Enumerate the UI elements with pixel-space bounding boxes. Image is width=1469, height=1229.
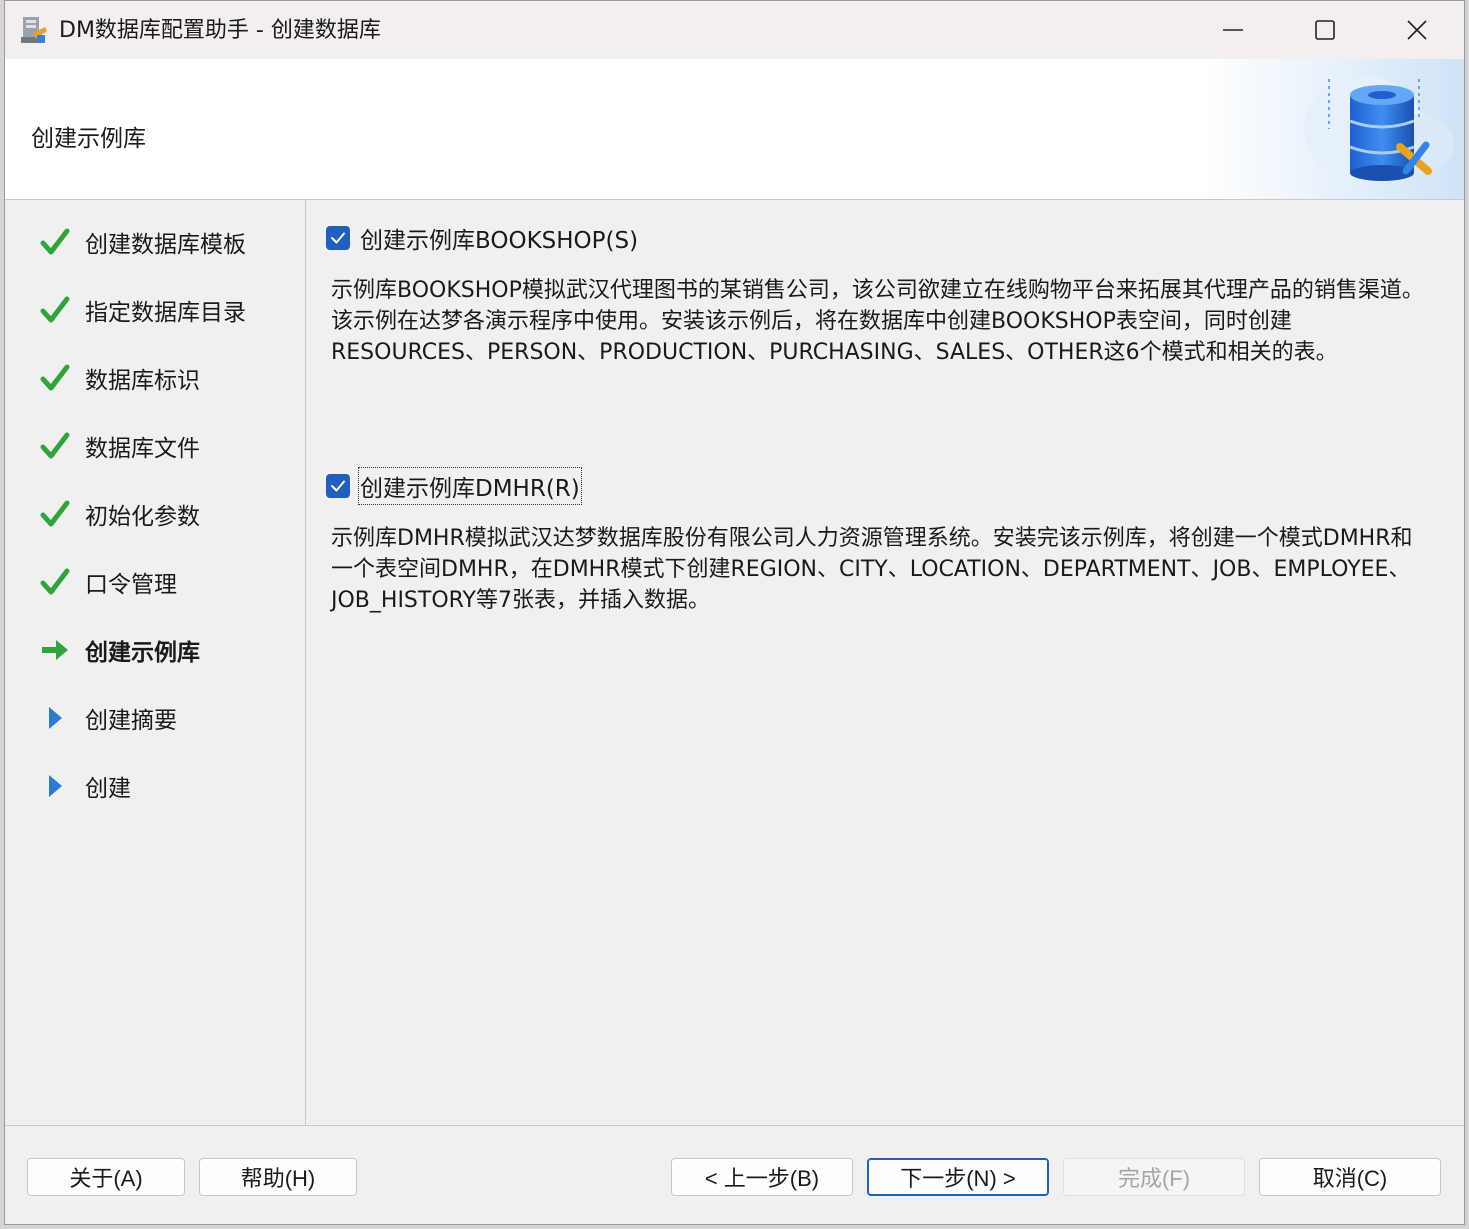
step-label: 创建示例库 — [85, 640, 200, 666]
bookshop-checkbox[interactable]: 创建示例库BOOKSHOP(S) — [326, 220, 638, 256]
check-icon — [39, 362, 71, 394]
close-button[interactable] — [1371, 1, 1463, 59]
app-icon — [21, 17, 47, 43]
step-item-sample-db: 创建示例库 — [39, 630, 200, 670]
header-band: 创建示例库 — [5, 59, 1464, 200]
step-item-template: 创建数据库模板 — [39, 222, 246, 262]
about-button[interactable]: 关于(A) — [27, 1158, 185, 1196]
step-label: 口令管理 — [85, 572, 177, 598]
step-label: 指定数据库目录 — [85, 300, 246, 326]
check-icon — [39, 226, 71, 258]
step-label: 创建 — [85, 776, 131, 802]
triangle-right-icon — [39, 770, 71, 802]
bookshop-description: 示例库BOOKSHOP模拟武汉代理图书的某销售公司，该公司欲建立在线购物平台来拓… — [331, 278, 1424, 365]
step-label: 创建数据库模板 — [85, 232, 246, 258]
page-title: 创建示例库 — [31, 126, 146, 152]
step-item-files: 数据库文件 — [39, 426, 200, 466]
triangle-right-icon — [39, 702, 71, 734]
step-label: 创建摘要 — [85, 708, 177, 734]
checkbox-checked-icon[interactable] — [326, 474, 350, 498]
dmhr-description: 示例库DMHR模拟武汉达梦数据库股份有限公司人力资源管理系统。安装完该示例库，将… — [331, 526, 1413, 613]
step-item-directory: 指定数据库目录 — [39, 290, 246, 330]
close-icon — [1407, 20, 1427, 40]
database-tool-icon — [1204, 59, 1464, 199]
maximize-button[interactable] — [1279, 1, 1371, 59]
step-item-identity: 数据库标识 — [39, 358, 200, 398]
window-title: DM数据库配置助手 - 创建数据库 — [59, 18, 381, 43]
check-icon — [39, 430, 71, 462]
finish-button: 完成(F) — [1063, 1158, 1245, 1196]
step-item-init-params: 初始化参数 — [39, 494, 200, 534]
step-item-password: 口令管理 — [39, 562, 177, 602]
dmhr-checkbox-label[interactable]: 创建示例库DMHR(R) — [358, 467, 582, 505]
check-icon — [39, 294, 71, 326]
help-button[interactable]: 帮助(H) — [199, 1158, 357, 1196]
prev-button[interactable]: < 上一步(B) — [671, 1158, 853, 1196]
check-icon — [39, 566, 71, 598]
check-icon — [39, 498, 71, 530]
step-item-create: 创建 — [39, 766, 131, 806]
next-button[interactable]: 下一步(N) > — [867, 1158, 1049, 1196]
wizard-window: DM数据库配置助手 - 创建数据库 创建示例库 创建数据库模板 指定数据库目录 … — [4, 0, 1465, 1225]
minimize-icon — [1223, 29, 1243, 31]
wizard-steps-sidebar: 创建数据库模板 指定数据库目录 数据库标识 数据库文件 初始化参数 口令管理 创… — [5, 200, 306, 1125]
title-bar[interactable]: DM数据库配置助手 - 创建数据库 — [5, 1, 1464, 59]
minimize-button[interactable] — [1187, 1, 1279, 59]
step-label: 初始化参数 — [85, 504, 200, 530]
arrow-right-icon — [39, 634, 71, 666]
bookshop-checkbox-label[interactable]: 创建示例库BOOKSHOP(S) — [360, 221, 638, 255]
maximize-icon — [1315, 20, 1335, 40]
step-label: 数据库文件 — [85, 436, 200, 462]
step-label: 数据库标识 — [85, 368, 200, 394]
button-bar: 关于(A) 帮助(H) < 上一步(B) 下一步(N) > 完成(F) 取消(C… — [5, 1125, 1464, 1224]
dmhr-checkbox[interactable]: 创建示例库DMHR(R) — [326, 467, 582, 505]
checkbox-checked-icon[interactable] — [326, 226, 350, 250]
cancel-button[interactable]: 取消(C) — [1259, 1158, 1441, 1196]
content-panel: 创建示例库BOOKSHOP(S) 示例库BOOKSHOP模拟武汉代理图书的某销售… — [306, 200, 1464, 1125]
step-item-summary: 创建摘要 — [39, 698, 177, 738]
